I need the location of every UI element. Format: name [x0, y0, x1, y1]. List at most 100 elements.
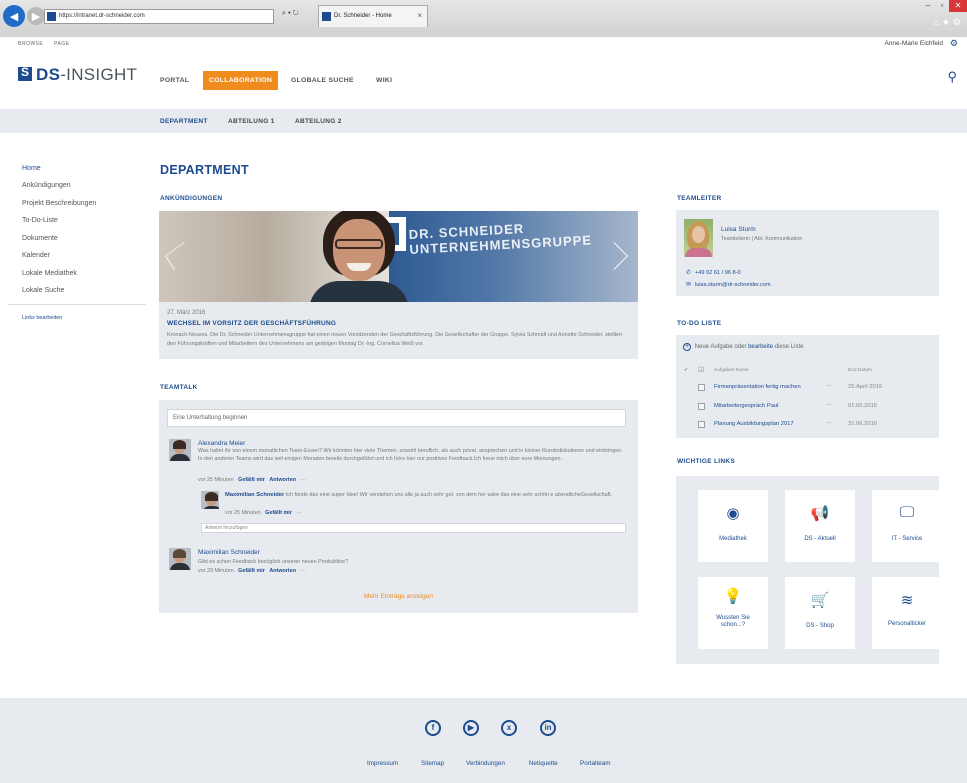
edit-list-link[interactable]: bearbeite [748, 344, 773, 350]
post-author[interactable]: Alexandra Meier [198, 440, 245, 447]
post-author[interactable]: Maximilian Schneider [225, 492, 284, 498]
gear-icon[interactable]: ⚙ [953, 17, 964, 27]
announcement-headline[interactable]: WECHSEL IM VORSITZ DER GESCHÄFTSFÜHRUNG [167, 320, 336, 327]
favorites-star-icon[interactable]: ★ [942, 17, 953, 27]
topnav-portal[interactable]: PORTAL [160, 77, 189, 84]
tile-mediathek[interactable]: ◉ Mediathek [698, 490, 768, 562]
carousel-prev-icon[interactable] [164, 241, 194, 271]
leftnav-projekt-beschreibungen[interactable]: Projekt Beschreibungen [22, 200, 96, 207]
teamleiter-photo[interactable] [684, 219, 713, 257]
tile-it-service[interactable]: 🖵 IT - Service [872, 490, 942, 562]
play-icon: ◉ [726, 505, 740, 522]
settings-gear-icon[interactable]: ⚙ [950, 38, 958, 49]
leftnav-kalender[interactable]: Kalender [22, 252, 50, 259]
more-options-icon[interactable]: ··· [826, 383, 832, 389]
minimize-icon[interactable]: – [921, 0, 935, 12]
task-name[interactable]: Firmenpräsentation fertig machen [714, 384, 801, 390]
subnav-department[interactable]: DEPARTMENT [160, 118, 208, 125]
leftnav-home[interactable]: Home [22, 165, 41, 172]
like-link[interactable]: Gefällt mir [265, 510, 292, 516]
leftnav-lokale-suche[interactable]: Lokale Suche [22, 287, 64, 294]
footer-link-verbindungen[interactable]: Verbindungen [466, 760, 505, 767]
subnav-abteilung-2[interactable]: ABTEILUNG 2 [295, 118, 342, 125]
important-links-heading: WICHTIGE LINKS [677, 458, 736, 465]
xing-icon[interactable]: x [501, 720, 517, 736]
ribbon-tab-browse[interactable]: BROWSE [18, 41, 43, 47]
announcement-carousel[interactable]: DR. SCHNEIDER UNTERNEHMENSGRUPPE 27. Mär… [159, 211, 638, 359]
tile-label: IT - Service [891, 536, 923, 542]
footer-link-sitemap[interactable]: Sitemap [421, 760, 444, 767]
edit-links-link[interactable]: Links bearbeiten [22, 315, 62, 321]
avatar[interactable] [169, 439, 191, 461]
address-controls[interactable]: ⌕ ▾ ↻ [282, 10, 299, 18]
search-icon[interactable]: ⚲ [947, 69, 957, 85]
ribbon-tab-page[interactable]: PAGE [54, 41, 70, 47]
task-checkbox[interactable] [698, 421, 705, 428]
teamleiter-phone[interactable]: ✆ +49 92 61 / 96 8-0 [686, 269, 741, 276]
back-button[interactable]: ◀ [3, 5, 25, 27]
subnav-abteilung-1[interactable]: ABTEILUNG 1 [228, 118, 275, 125]
more-options-icon[interactable]: ··· [301, 477, 306, 483]
todo-row: Mitarbeitergespräch Paul ··· 01.05.2016 [676, 402, 939, 414]
address-bar[interactable]: https://intranet.dr-schneider.com [44, 9, 274, 24]
avatar[interactable] [169, 548, 191, 570]
add-task-icon[interactable]: + [683, 343, 691, 351]
email-address: luisa.sturm@dr-schneider.com [695, 282, 771, 288]
col-task-header[interactable]: Aufgaben Name [714, 368, 749, 373]
start-conversation-input[interactable]: Eine Unterhaltung beginnen [167, 409, 626, 427]
like-link[interactable]: Gefällt mir [238, 568, 265, 574]
tile-ds-aktuell[interactable]: 📢 DS - Aktuell [785, 490, 855, 562]
teamtalk-heading: TEAMTALK [160, 384, 198, 391]
more-options-icon[interactable]: ··· [826, 402, 832, 408]
footer-link-portalteam[interactable]: Portalteam [580, 760, 610, 767]
task-checkbox[interactable] [698, 384, 705, 391]
tab-favicon-icon [322, 12, 331, 21]
avatar[interactable] [201, 491, 219, 509]
forward-button[interactable]: ▶ [27, 7, 45, 25]
topnav-wiki[interactable]: WIKI [376, 77, 392, 84]
post-author[interactable]: Maximilian Schneider [198, 549, 260, 556]
leftnav-lokale-mediathek[interactable]: Lokale Mediathek [22, 270, 77, 277]
more-options-icon[interactable]: ··· [301, 568, 306, 574]
teamleiter-name[interactable]: Luisa Sturm [721, 226, 756, 233]
leftnav-todo-liste[interactable]: To-Do-Liste [22, 217, 58, 224]
home-icon[interactable]: ⌂ [933, 17, 941, 27]
facebook-icon[interactable]: f [425, 720, 441, 736]
topnav-globale-suche[interactable]: GLOBALE SUCHE [291, 77, 354, 84]
task-checkbox[interactable] [698, 403, 705, 410]
col-date-header[interactable]: End Datum [848, 368, 872, 373]
task-type-icon: ☑ [698, 367, 705, 374]
topnav-collaboration[interactable]: COLLABORATION [203, 71, 279, 90]
reply-input[interactable]: Antwort hinzufügen [201, 523, 626, 533]
tab-close-icon[interactable]: × [417, 6, 422, 26]
more-options-icon[interactable]: ··· [296, 510, 301, 516]
check-all-icon[interactable]: ✔ [684, 368, 688, 373]
browser-tab[interactable]: Dr. Schneider - Home × [318, 5, 428, 27]
arrow-right-icon: ▶ [31, 10, 41, 23]
reply-link[interactable]: Antworten [269, 568, 296, 574]
site-favicon-icon [47, 12, 56, 21]
post-meta: vor 25 Minuten Gefällt mir Antworten ··· [198, 477, 306, 483]
task-name[interactable]: Planung Ausbildungsplan 2017 [714, 421, 794, 427]
reply-link[interactable]: Antworten [269, 477, 296, 483]
announcement-image[interactable]: DR. SCHNEIDER UNTERNEHMENSGRUPPE [159, 211, 638, 302]
maximize-icon[interactable]: ▫ [935, 0, 949, 12]
like-link[interactable]: Gefällt mir [238, 477, 265, 483]
show-more-entries-link[interactable]: Mehr Einträge anzeigen [159, 593, 638, 600]
youtube-icon[interactable]: ▶ [463, 720, 479, 736]
user-name[interactable]: Anne-Marie Eichfeld [884, 40, 943, 47]
new-task-link[interactable]: Neue Aufgabe oder [695, 344, 747, 350]
tile-wussten-sie-schon[interactable]: 💡 Wussten Sie schon...? [698, 577, 768, 649]
footer-link-netiquette[interactable]: Netiquette [529, 760, 558, 767]
close-window-icon[interactable]: ✕ [949, 0, 967, 12]
more-options-icon[interactable]: ··· [826, 420, 832, 426]
leftnav-dokumente[interactable]: Dokumente [22, 235, 58, 242]
leftnav-ankuendigungen[interactable]: Ankündigungen [22, 182, 71, 189]
tile-ds-shop[interactable]: 🛒 DS - Shop [785, 577, 855, 649]
teamleiter-email[interactable]: ✉ luisa.sturm@dr-schneider.com [686, 281, 771, 288]
footer-link-impressum[interactable]: Impressum [367, 760, 398, 767]
site-logo[interactable]: DS-INSIGHT [18, 65, 137, 85]
task-name[interactable]: Mitarbeitergespräch Paul [714, 403, 778, 409]
linkedin-icon[interactable]: in [540, 720, 556, 736]
tile-personalticker[interactable]: ≋ Personalticker [872, 577, 942, 649]
